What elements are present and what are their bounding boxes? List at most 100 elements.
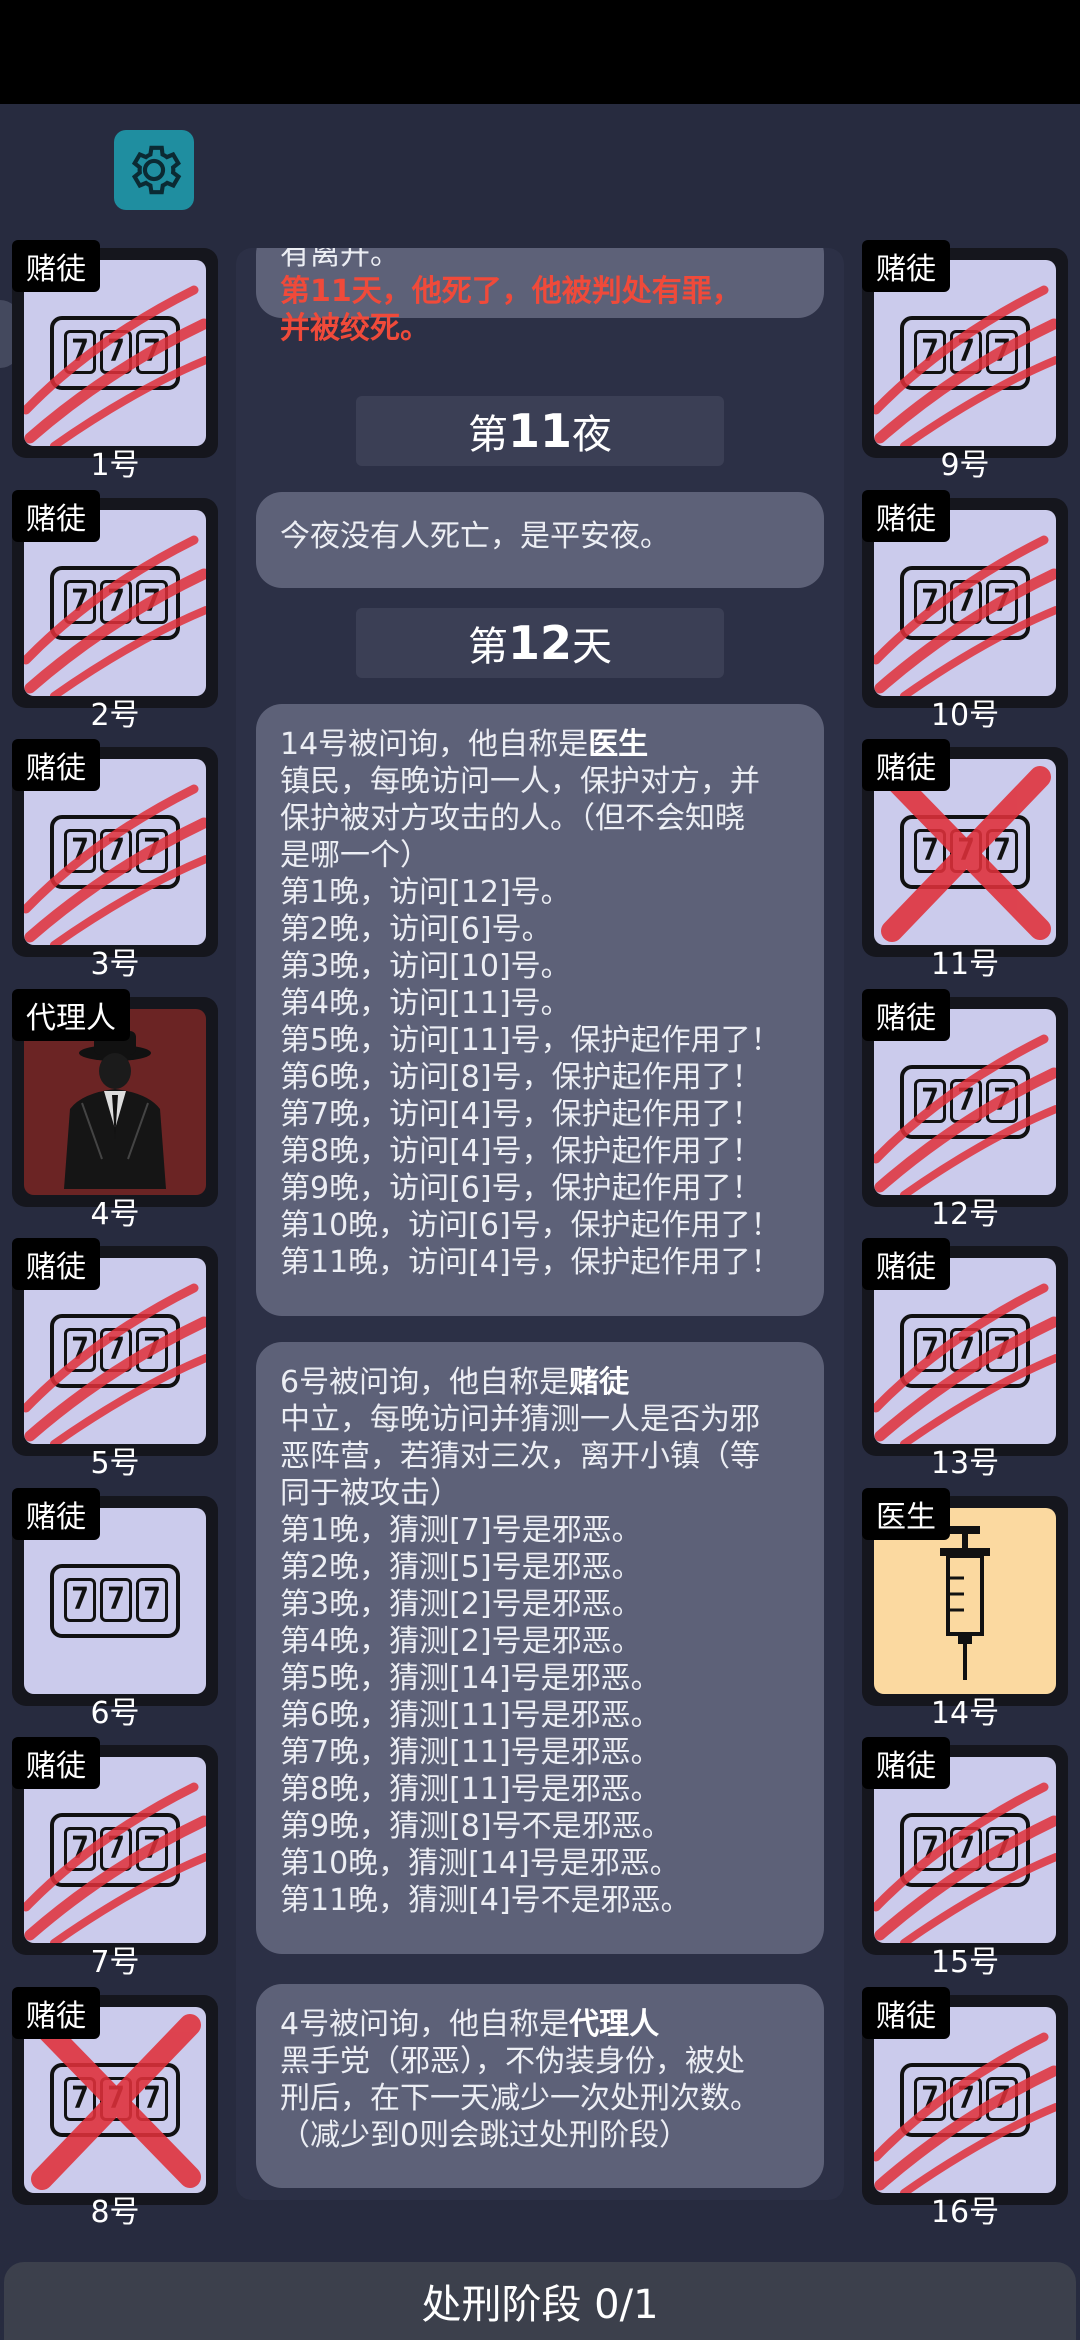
player-number: 5号 — [90, 1446, 140, 1481]
log-text: 并被绞死。 — [280, 311, 430, 346]
log-line: 第3晚，访问[10]号。 — [280, 949, 571, 984]
player-role: 医生 — [862, 1487, 950, 1540]
player-role: 赌徒 — [12, 1986, 100, 2039]
log-line: 第6晚，猜测[11]号是邪恶。 — [280, 1698, 661, 1733]
player-number: 3号 — [90, 947, 140, 982]
log-line: 第8晚，访问[4]号，保护起作用了！ — [280, 1134, 762, 1169]
player-number: 8号 — [90, 2194, 140, 2230]
log-line: 第4晚，猜测[2]号是邪恶。 — [280, 1624, 642, 1659]
player-card[interactable]: 7 7 7 赌徒 9号 — [862, 240, 1068, 483]
log-line: 同于被攻击） — [280, 1476, 460, 1511]
log-line: 第7晚，猜测[11]号是邪恶。 — [280, 1735, 661, 1770]
log-line: 第10晚，猜测[14]号是邪恶。 — [280, 1846, 680, 1881]
log-message-peaceful-night: 今夜没有人死亡，是平安夜。 — [256, 492, 824, 588]
player-role: 赌徒 — [12, 739, 100, 791]
log-headline: 6号被问询，他自称是赌徒 — [280, 1364, 800, 1401]
player-card[interactable]: 7 7 7 赌徒 1号 — [12, 240, 218, 483]
player-number: 9号 — [940, 448, 990, 483]
status-bar — [0, 0, 1080, 104]
player-card[interactable]: 7 7 7 赌徒 10号 — [862, 489, 1068, 733]
log-text: 今夜没有人死亡，是平安夜。 — [280, 519, 670, 554]
player-role: 赌徒 — [12, 1737, 100, 1789]
log-message-interrogation-14: 14号被问询，他自称是医生 镇民，每晚访问一人，保护对方，并 保护被对方攻击的人。… — [256, 704, 824, 1316]
player-role: 代理人 — [12, 988, 130, 1041]
player-card[interactable]: 7 7 7 赌徒 15号 — [862, 1737, 1068, 1980]
player-number: 15号 — [930, 1945, 1000, 1980]
log-line: 第11晚，访问[4]号，保护起作用了！ — [280, 1245, 781, 1280]
player-card[interactable]: 777赌徒11号 — [862, 739, 1068, 982]
slot-machine-icon: 777 — [50, 1563, 180, 1638]
log-line: 第5晚，访问[11]号，保护起作用了！ — [280, 1023, 781, 1058]
player-number: 13号 — [930, 1446, 1000, 1481]
player-number: 10号 — [930, 697, 1000, 733]
log-line: 第10晚，访问[6]号，保护起作用了！ — [280, 1208, 781, 1243]
player-number: 11号 — [930, 947, 1000, 982]
player-role: 赌徒 — [862, 1737, 950, 1789]
player-role: 赌徒 — [12, 1487, 100, 1540]
log-line: 第7晚，访问[4]号，保护起作用了！ — [280, 1097, 762, 1132]
log-headline: 14号被问询，他自称是医生 — [280, 726, 800, 763]
phase-label: 处刑阶段 0/1 — [421, 2282, 659, 2328]
log-message-interrogation-6: 6号被问询，他自称是赌徒 中立，每晚访问并猜测一人是否为邪 恶阵营，若猜对三次，离… — [256, 1342, 824, 1954]
log-line: 第11晚，猜测[4]号不是邪恶。 — [280, 1883, 691, 1918]
log-line: 第1晚，访问[12]号。 — [280, 875, 571, 910]
log-line: 保护被对方攻击的人。（但不会知晓 — [280, 801, 745, 836]
player-role: 赌徒 — [12, 240, 100, 292]
player-role: 赌徒 — [12, 489, 100, 542]
claimed-role: 医生 — [588, 727, 649, 762]
log-line: 第1晚，猜测[7]号是邪恶。 — [280, 1513, 642, 1548]
player-role: 赌徒 — [862, 1986, 950, 2039]
header-suffix: 天 — [572, 624, 612, 670]
settings-button[interactable] — [114, 130, 194, 210]
player-number: 14号 — [930, 1695, 1000, 1731]
player-role: 赌徒 — [12, 1238, 100, 1290]
player-number: 6号 — [90, 1695, 140, 1731]
player-card[interactable]: 7 7 7 赌徒 5号 — [12, 1238, 218, 1481]
execution-phase-button[interactable]: 处刑阶段 0/1 — [4, 2262, 1076, 2340]
player-card[interactable]: 7 7 7 赌徒 3号 — [12, 739, 218, 982]
log-text: 4号被问询，他自称是 — [280, 2007, 570, 2042]
gear-icon — [131, 145, 182, 195]
player-role: 赌徒 — [862, 988, 950, 1041]
log-text: 14号被问询，他自称是 — [280, 727, 589, 762]
log-message-death: 有离开。 第11天，他死了，他被判处有罪， 并被绞死。 — [256, 248, 824, 346]
game-log-panel[interactable]: 有离开。 第11天，他死了，他被判处有罪， 并被绞死。 第 11 夜 今夜没有人死亡… — [236, 248, 844, 2200]
log-line: 黑手党（邪恶），不伪装身份，被处 — [280, 2044, 745, 2079]
header-suffix: 夜 — [572, 412, 612, 458]
log-line: 刑后，在下一天减少一次处刑次数。 — [280, 2081, 760, 2116]
night-header: 第 11 夜 — [356, 396, 724, 466]
log-line: 第6晚，访问[8]号，保护起作用了！ — [280, 1060, 762, 1095]
log-line: 第9晚，访问[6]号，保护起作用了！ — [280, 1171, 762, 1206]
log-headline: 4号被问询，他自称是代理人 — [280, 2006, 800, 2043]
player-card[interactable]: 777赌徒8号 — [12, 1986, 218, 2230]
log-line: 镇民，每晚访问一人，保护对方，并 — [280, 764, 760, 799]
player-card[interactable]: 医生 14号 — [862, 1487, 1068, 1731]
player-card[interactable]: 7 7 7 赌徒 16号 — [862, 1986, 1068, 2230]
player-role: 赌徒 — [862, 240, 950, 292]
player-card[interactable]: 代理人 4号 — [12, 988, 218, 1232]
player-number: 2号 — [90, 697, 140, 733]
player-number: 1号 — [90, 448, 140, 483]
player-card[interactable]: 7 7 7 赌徒 6号 — [12, 1487, 218, 1731]
player-card[interactable]: 7 7 7 赌徒 12号 — [862, 988, 1068, 1232]
player-card[interactable]: 7 7 7 赌徒 2号 — [12, 489, 218, 733]
log-text: 6号被问询，他自称是 — [280, 1365, 570, 1400]
day-header: 第 12 天 — [356, 608, 724, 678]
log-line: 第4晚，访问[11]号。 — [280, 986, 571, 1021]
log-line: 恶阵营，若猜对三次，离开小镇（等 — [280, 1439, 760, 1474]
player-role: 赌徒 — [862, 1238, 950, 1290]
log-line: 是哪一个） — [280, 838, 430, 873]
log-line: 第9晚，猜测[8]号不是邪恶。 — [280, 1809, 672, 1844]
log-line: 中立，每晚访问并猜测一人是否为邪 — [280, 1402, 760, 1437]
player-number: 16号 — [930, 2194, 1000, 2230]
log-line: 第2晚，猜测[5]号是邪恶。 — [280, 1550, 642, 1585]
player-number: 12号 — [930, 1196, 1000, 1232]
player-card[interactable]: 7 7 7 赌徒 7号 — [12, 1737, 218, 1980]
log-line: 第2晚，访问[6]号。 — [280, 912, 552, 947]
log-line: （减少到0则会跳过处刑阶段） — [280, 2118, 690, 2153]
log-text: 有离开。 — [280, 248, 400, 272]
header-prefix: 第 — [467, 412, 508, 458]
log-line: 第3晚，猜测[2]号是邪恶。 — [280, 1587, 642, 1622]
player-card[interactable]: 7 7 7 赌徒 13号 — [862, 1238, 1068, 1481]
log-line: 第5晚，猜测[14]号是邪恶。 — [280, 1661, 661, 1696]
